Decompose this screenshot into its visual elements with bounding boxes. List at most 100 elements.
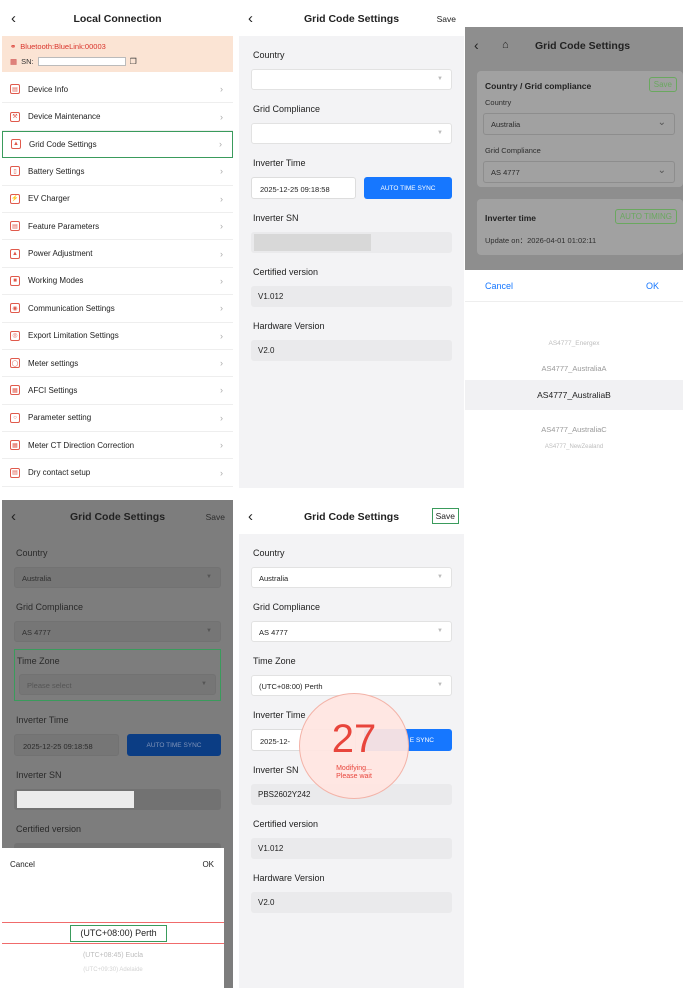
save-button[interactable]: Save: [206, 512, 225, 522]
grid-compliance-select[interactable]: ▼: [251, 123, 452, 144]
time-zone-selected-option[interactable]: (UTC+08:00) Perth: [70, 925, 167, 942]
back-icon[interactable]: ‹: [11, 10, 16, 27]
back-icon[interactable]: ‹: [248, 508, 253, 525]
chevron-right-icon: ›: [220, 385, 223, 396]
copy-icon[interactable]: ❐: [130, 57, 137, 66]
ok-button[interactable]: OK: [646, 281, 659, 291]
hardware-version-label: Hardware Version: [253, 873, 325, 883]
time-zone-select[interactable]: Please select ▼: [19, 674, 216, 695]
country-value: Australia: [259, 574, 289, 583]
menu-item[interactable]: ▤ Dry contact setup ›: [2, 459, 233, 487]
menu-item[interactable]: ◎ Export Limitation Settings ›: [2, 323, 233, 350]
auto-time-sync-button[interactable]: AUTO TIME SYNC: [364, 177, 452, 199]
menu-item[interactable]: ■ Working Modes ›: [2, 268, 233, 296]
country-label: Country: [485, 98, 512, 107]
chevron-down-icon: ▼: [437, 130, 443, 136]
update-on-label: Update on：2026-04-01 01:02:11: [485, 236, 597, 245]
grid-option[interactable]: AS4777_NewZealand: [465, 444, 683, 450]
grid-compliance-select[interactable]: AS 4777 ⌄: [483, 161, 675, 183]
inverter-time-field[interactable]: 2025-12-25 09:18:58: [14, 734, 119, 756]
country-select[interactable]: Australia ▼: [14, 567, 221, 588]
menu-item-label: Power Adjustment: [28, 249, 93, 259]
menu-item[interactable]: ⚡ EV Charger ›: [2, 186, 233, 213]
chevron-down-icon: ⌄: [657, 117, 666, 128]
time-zone-picker: Cancel OK (UTC+08:00) Perth (UTC+08:45) …: [2, 848, 224, 988]
cancel-button[interactable]: Cancel: [485, 281, 513, 291]
country-select[interactable]: Australia ⌄: [483, 113, 675, 135]
save-badge[interactable]: Save: [648, 77, 677, 92]
picker-ok-button[interactable]: OK: [202, 860, 214, 869]
menu-item-label: Device Maintenance: [28, 112, 101, 122]
settings-menu: ▤ Device Info › ⚒ Device Maintenance › ▲ Grid C…: [2, 76, 233, 487]
grid-option[interactable]: AS4777_Energex: [465, 340, 683, 347]
country-grid-card: Country / Grid compliance Save Country A…: [477, 71, 683, 187]
menu-item[interactable]: ▤ Feature Parameters ›: [2, 213, 233, 241]
menu-item-label: Parameter setting: [28, 413, 92, 423]
certified-version-label: Certified version: [253, 819, 319, 829]
menu-item[interactable]: ▦ AFCI Settings ›: [2, 377, 233, 405]
menu-item[interactable]: ▲ Grid Code Settings ›: [2, 130, 233, 159]
header: ‹ ⌂ Grid Code Settings: [465, 27, 683, 65]
menu-item[interactable]: ◉ Communication Settings ›: [2, 295, 233, 323]
menu-item[interactable]: ▯ Battery Settings ›: [2, 158, 233, 186]
menu-item[interactable]: ○ Parameter setting ›: [2, 405, 233, 433]
grid-compliance-label: Grid Compliance: [485, 146, 541, 155]
sn-redacted: [254, 234, 371, 251]
link-icon: ⚭: [10, 42, 17, 51]
home-icon[interactable]: ⌂: [502, 39, 509, 51]
menu-item[interactable]: ▲ Power Adjustment ›: [2, 240, 233, 268]
menu-item-label: Meter CT Direction Correction: [28, 440, 135, 450]
time-zone-option[interactable]: (UTC+09:30) Adelaide: [2, 967, 224, 973]
chart-icon: ▲: [10, 248, 20, 259]
country-label: Country: [16, 548, 48, 558]
back-icon[interactable]: ‹: [248, 10, 253, 27]
briefcase-icon: ▤: [10, 221, 20, 232]
chevron-down-icon: ▼: [206, 574, 212, 580]
inverter-time-label: Inverter Time: [16, 715, 69, 725]
country-value: Australia: [491, 120, 521, 129]
menu-item[interactable]: ⚒ Device Maintenance ›: [2, 103, 233, 131]
menu-item[interactable]: ▦ Meter CT Direction Correction ›: [2, 432, 233, 460]
chevron-right-icon: ›: [220, 412, 223, 423]
parameter-icon: ○: [10, 412, 20, 423]
chevron-right-icon: ›: [220, 358, 223, 369]
save-button[interactable]: Save: [437, 14, 456, 24]
page-title: Grid Code Settings: [69, 511, 166, 523]
grid-compliance-select[interactable]: AS 4777 ▼: [14, 621, 221, 642]
time-zone-option[interactable]: (UTC+08:45) Eucla: [2, 952, 224, 959]
card-title: Country / Grid compliance: [485, 81, 592, 91]
chevron-down-icon: ▼: [206, 628, 212, 634]
grid-compliance-select[interactable]: AS 4777 ▼: [251, 621, 452, 642]
hardware-version-label: Hardware Version: [253, 321, 325, 331]
back-icon[interactable]: ‹: [11, 508, 16, 525]
inverter-time-field[interactable]: 2025-12-25 09:18:58: [251, 177, 356, 199]
header: ‹ Local Connection: [2, 2, 233, 36]
menu-item[interactable]: ◯ Meter settings ›: [2, 350, 233, 378]
back-icon[interactable]: ‹: [474, 37, 479, 53]
grid-option[interactable]: AS4777_AustraliaA: [465, 364, 683, 373]
hardware-version-value: V2.0: [251, 892, 452, 913]
dry-contact-icon: ▤: [10, 467, 20, 478]
grid-option-selected[interactable]: AS4777_AustraliaB: [465, 380, 683, 410]
sn-value-redacted: [37, 57, 126, 66]
chevron-down-icon: ⌄: [657, 165, 666, 176]
grid-compliance-label: Grid Compliance: [16, 602, 84, 612]
country-select[interactable]: ▼: [251, 69, 452, 90]
inverter-sn-field: [251, 232, 452, 253]
save-button[interactable]: Save: [431, 508, 459, 524]
certified-version-value: V1.012: [251, 838, 452, 859]
countdown-number: 27: [331, 717, 377, 761]
sn-label: SN:: [21, 57, 34, 66]
battery-icon: ▯: [10, 166, 20, 177]
auto-timing-button[interactable]: AUTO TIMING: [614, 209, 677, 224]
grid-value: AS 4777: [491, 168, 520, 177]
auto-time-sync-button[interactable]: AUTO TIME SYNC: [127, 734, 221, 756]
menu-item-label: Battery Settings: [28, 166, 85, 176]
grid-option[interactable]: AS4777_AustraliaC: [465, 425, 683, 434]
picker-cancel-button[interactable]: Cancel: [10, 860, 35, 869]
inverter-sn-label: Inverter SN: [16, 770, 62, 780]
country-select[interactable]: Australia ▼: [251, 567, 452, 588]
meter-icon: ◯: [10, 358, 20, 369]
chevron-right-icon: ›: [220, 467, 223, 478]
menu-item[interactable]: ▤ Device Info ›: [2, 76, 233, 104]
